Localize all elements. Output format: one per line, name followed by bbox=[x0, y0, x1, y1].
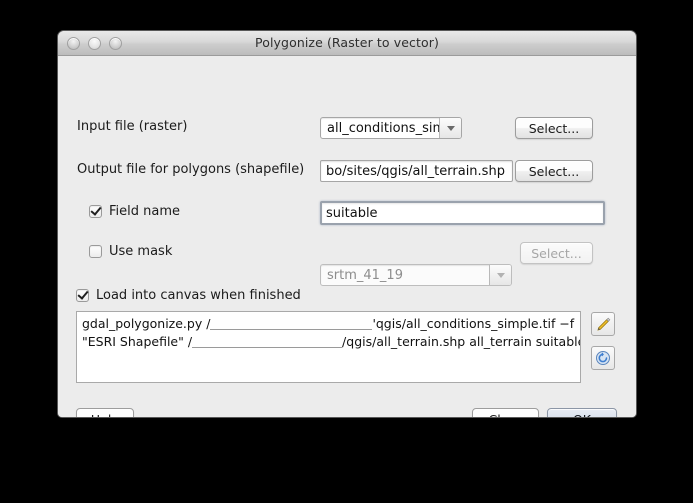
output-file-label: Output file for polygons (shapefile) bbox=[77, 162, 305, 177]
field-name-input[interactable]: suitable bbox=[320, 201, 605, 225]
input-file-select-button[interactable]: Select... bbox=[515, 117, 593, 139]
redacted-path-2 bbox=[192, 334, 343, 348]
field-name-label: Field name bbox=[109, 204, 181, 219]
output-file-row: Output file for polygons (shapefile) bbox=[77, 162, 304, 177]
edit-command-button[interactable] bbox=[591, 312, 615, 336]
input-file-label: Input file (raster) bbox=[77, 119, 188, 134]
load-into-canvas-checkbox[interactable] bbox=[76, 289, 89, 302]
field-name-checkbox[interactable] bbox=[89, 205, 102, 218]
refresh-icon bbox=[596, 351, 610, 365]
command-line-2: "ESRI Shapefile" / /qgis/all_terrain.shp … bbox=[82, 333, 580, 351]
use-mask-value: srtm_41_19 bbox=[327, 267, 403, 283]
use-mask-label: Use mask bbox=[109, 244, 173, 259]
command-line-1-suffix: 'qgis/all_conditions_simple.tif −f bbox=[372, 316, 575, 331]
input-file-combo[interactable]: all_conditions_simple bbox=[320, 117, 462, 139]
command-line-2-suffix: /qgis/all_terrain.shp all_terrain suitab… bbox=[342, 334, 581, 349]
close-button[interactable] bbox=[67, 36, 80, 50]
redacted-path-1 bbox=[210, 316, 373, 330]
minimize-button[interactable] bbox=[88, 36, 101, 50]
polygonize-dialog: Polygonize (Raster to vector) Input file… bbox=[57, 30, 637, 418]
title-bar[interactable]: Polygonize (Raster to vector) bbox=[58, 31, 636, 56]
input-file-row: Input file (raster) bbox=[77, 119, 187, 134]
pencil-icon bbox=[596, 317, 610, 331]
command-line-1: gdal_polygonize.py / 'qgis/all_conditions… bbox=[82, 315, 575, 333]
use-mask-combo[interactable]: srtm_41_19 bbox=[320, 264, 512, 286]
command-line-1-prefix: gdal_polygonize.py / bbox=[82, 316, 211, 331]
command-preview-box[interactable]: gdal_polygonize.py / 'qgis/all_conditions… bbox=[76, 311, 581, 383]
output-file-select-button[interactable]: Select... bbox=[515, 160, 593, 182]
dialog-body: Input file (raster) all_conditions_simpl… bbox=[58, 56, 636, 417]
load-into-canvas-row[interactable]: Load into canvas when finished bbox=[76, 288, 301, 303]
use-mask-checkbox-row[interactable]: Use mask bbox=[89, 244, 172, 259]
close-button-footer[interactable]: Close bbox=[472, 408, 539, 417]
chevron-down-icon[interactable] bbox=[439, 118, 461, 138]
load-into-canvas-label: Load into canvas when finished bbox=[96, 288, 301, 303]
window-title: Polygonize (Raster to vector) bbox=[255, 35, 439, 50]
command-line-2-prefix: "ESRI Shapefile" / bbox=[82, 334, 193, 349]
help-button[interactable]: Help bbox=[76, 408, 134, 417]
zoom-button[interactable] bbox=[109, 36, 122, 50]
use-mask-select-button: Select... bbox=[520, 242, 593, 264]
ok-button[interactable]: OK bbox=[547, 408, 617, 417]
window-controls bbox=[67, 36, 122, 50]
use-mask-checkbox[interactable] bbox=[89, 245, 102, 258]
output-file-input[interactable]: bo/sites/qgis/all_terrain.shp bbox=[320, 160, 513, 182]
chevron-down-icon-mask[interactable] bbox=[489, 265, 511, 285]
field-name-checkbox-row[interactable]: Field name bbox=[89, 204, 180, 219]
refresh-command-button[interactable] bbox=[591, 346, 615, 370]
